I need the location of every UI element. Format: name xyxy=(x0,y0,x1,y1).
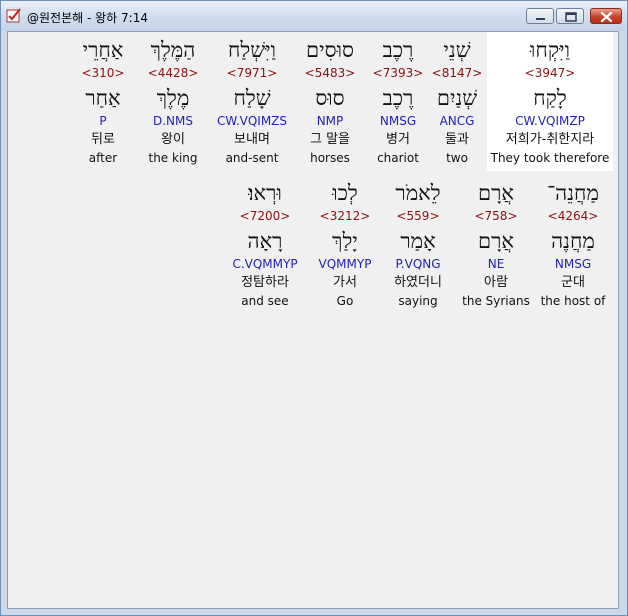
english-gloss: horses xyxy=(310,151,350,165)
strong-number[interactable]: <3212> xyxy=(308,209,382,223)
strong-number[interactable]: <559> xyxy=(379,209,457,223)
english-gloss: and see xyxy=(241,294,289,308)
word-column-selected[interactable]: וַיִּקְחוּ <3947> לָקַח CW.VQIMZP 저희가-취한… xyxy=(487,32,613,171)
minimize-icon xyxy=(536,18,545,20)
word-column[interactable]: רֶכֶב <7393> רֶכֶב NMSG 병거 chariot xyxy=(363,32,433,165)
word-column[interactable]: הַמֶּלֶךְ <4428> מֶלֶךְ D.NMS 왕이 the kin… xyxy=(138,32,208,165)
morph-code: P xyxy=(99,114,107,128)
korean-gloss: 정탐하라 xyxy=(241,275,289,290)
hebrew-word: רֶכֶב xyxy=(382,38,414,62)
hebrew-word: אֲרָם xyxy=(477,181,515,205)
hebrew-lemma: יָלַךְ xyxy=(332,229,358,253)
english-gloss: after xyxy=(88,151,118,165)
interlinear-view: וַיִּקְחוּ <3947> לָקַח CW.VQIMZP 저희가-취한… xyxy=(7,31,619,609)
hebrew-lemma: מֶלֶךְ xyxy=(156,86,190,110)
hebrew-word: וּרְאוּ׃ xyxy=(248,181,282,205)
morph-code: NMP xyxy=(316,114,344,128)
hebrew-word: סוּסִים xyxy=(306,38,354,62)
hebrew-word: וַיִּקְחוּ xyxy=(530,38,570,62)
strong-number[interactable]: <7200> xyxy=(225,209,305,223)
strong-number[interactable]: <7393> xyxy=(363,66,433,80)
close-icon xyxy=(600,11,613,23)
korean-gloss: 보내며 xyxy=(234,132,270,147)
hebrew-lemma: רֶכֶב xyxy=(382,86,414,110)
word-column[interactable]: לֵאמֹר <559> אָמַר P.VQNG 하였더니 saying xyxy=(379,175,457,308)
morph-code: C.VQMMYP xyxy=(232,257,298,271)
hebrew-lemma: אָמַר xyxy=(400,229,436,253)
english-gloss: Go xyxy=(336,294,354,308)
app-window: @원전본해 - 왕하 7:14 וַיִּקְחוּ <3947> לָקַח … xyxy=(0,0,628,616)
strong-number[interactable]: <7971> xyxy=(207,66,297,80)
hebrew-word: וַיִּשְׁלַח xyxy=(228,38,276,62)
title-bar[interactable]: @원전본해 - 왕하 7:14 xyxy=(1,1,627,31)
word-column[interactable]: מַחֲנֵה־ <4264> מַחֲנֶה NMSG 군대 the host… xyxy=(534,175,612,308)
morph-code: NE xyxy=(487,257,505,271)
hebrew-lemma: אֲרָם xyxy=(477,229,515,253)
hebrew-word: אַחֲרֵי xyxy=(82,38,124,62)
morph-code: D.NMS xyxy=(152,114,193,128)
morph-code: CW.VQIMZP xyxy=(515,114,585,128)
morph-code: P.VQNG xyxy=(395,257,441,271)
korean-gloss: 아람 xyxy=(484,275,508,290)
maximize-button[interactable] xyxy=(556,8,584,24)
word-column[interactable]: אֲרָם <758> אֲרָם NE 아람 the Syrians xyxy=(456,175,536,308)
english-gloss: saying xyxy=(398,294,438,308)
hebrew-lemma: רָאָה xyxy=(247,229,283,253)
hebrew-lemma: מַחֲנֶה xyxy=(551,229,595,253)
english-gloss: and-sent xyxy=(225,151,279,165)
english-gloss: They took therefore xyxy=(490,151,610,165)
korean-gloss: 그 말을 xyxy=(309,132,350,147)
word-column[interactable]: סוּסִים <5483> סוּס NMP 그 말을 horses xyxy=(290,32,370,165)
english-gloss: the Syrians xyxy=(462,294,530,308)
hebrew-lemma: לָקַח xyxy=(533,86,567,110)
checkmark-app-icon[interactable] xyxy=(6,7,22,23)
morph-code: NMSG xyxy=(379,114,417,128)
korean-gloss: 저희가-취한지라 xyxy=(505,132,595,147)
word-column[interactable]: לְכוּ <3212> יָלַךְ VQMMYP 가서 Go xyxy=(308,175,382,308)
strong-number[interactable]: <4264> xyxy=(534,209,612,223)
english-gloss: the host of xyxy=(540,294,606,308)
hebrew-word: לְכוּ xyxy=(332,181,358,205)
word-column[interactable]: וּרְאוּ׃ <7200> רָאָה C.VQMMYP 정탐하라 and … xyxy=(225,175,305,308)
korean-gloss: 가서 xyxy=(333,275,357,290)
korean-gloss: 왕이 xyxy=(161,132,185,147)
morph-code: VQMMYP xyxy=(318,257,372,271)
minimize-button[interactable] xyxy=(526,8,554,24)
hebrew-word: מַחֲנֵה־ xyxy=(547,181,599,205)
hebrew-lemma: שָׁלַח xyxy=(233,86,271,110)
korean-gloss: 뒤로 xyxy=(91,132,115,147)
english-gloss: chariot xyxy=(377,151,419,165)
strong-number[interactable]: <5483> xyxy=(290,66,370,80)
strong-number[interactable]: <3947> xyxy=(487,66,613,80)
maximize-icon xyxy=(565,12,577,22)
strong-number[interactable]: <310> xyxy=(73,66,133,80)
hebrew-lemma: סוּס xyxy=(315,86,345,110)
morph-code: CW.VQIMZS xyxy=(216,114,288,128)
strong-number[interactable]: <758> xyxy=(456,209,536,223)
hebrew-lemma: אַחַר xyxy=(85,86,121,110)
word-column[interactable]: אַחֲרֵי <310> אַחַר P 뒤로 after xyxy=(73,32,133,165)
korean-gloss: 군대 xyxy=(561,275,585,290)
korean-gloss: 병거 xyxy=(386,132,410,147)
hebrew-word: הַמֶּלֶךְ xyxy=(150,38,196,62)
morph-code: NMSG xyxy=(554,257,592,271)
window-title: @원전본해 - 왕하 7:14 xyxy=(27,11,148,25)
hebrew-word: לֵאמֹר xyxy=(395,181,441,205)
english-gloss: the king xyxy=(148,151,198,165)
word-column[interactable]: וַיִּשְׁלַח <7971> שָׁלַח CW.VQIMZS 보내며 … xyxy=(207,32,297,165)
close-button[interactable] xyxy=(590,8,622,24)
strong-number[interactable]: <4428> xyxy=(138,66,208,80)
korean-gloss: 하였더니 xyxy=(394,275,442,290)
